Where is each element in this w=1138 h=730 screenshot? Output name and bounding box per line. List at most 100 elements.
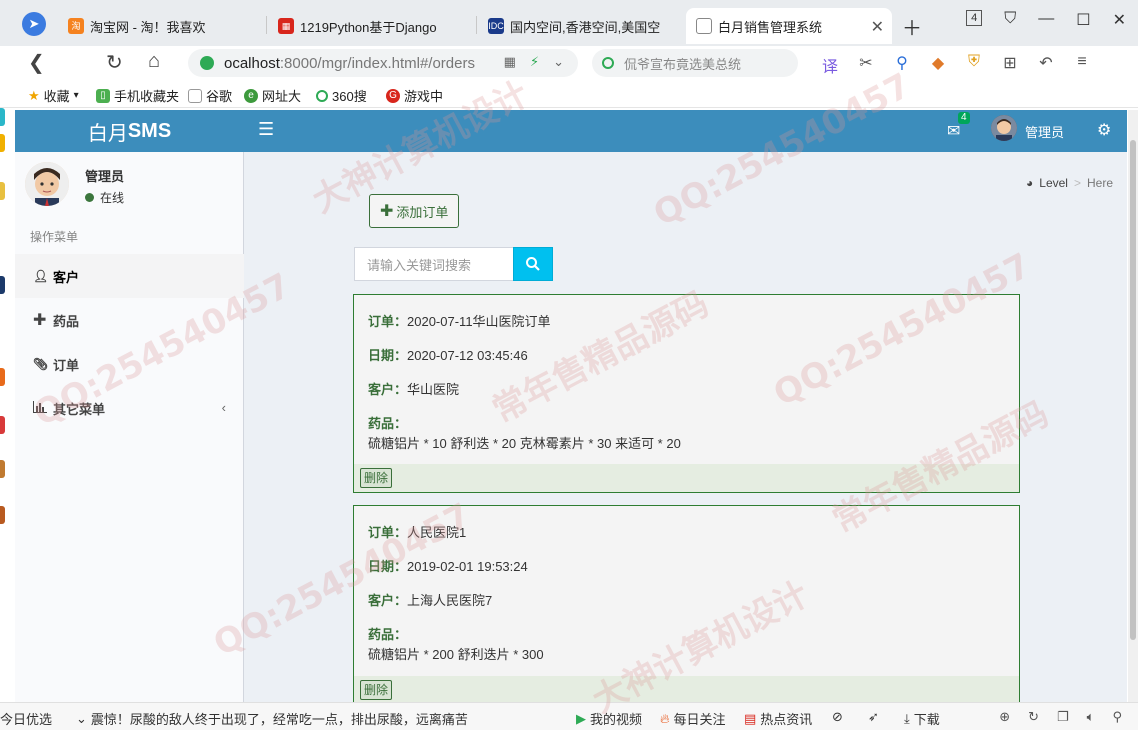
sidebar-item-label: 订单 (53, 357, 80, 373)
url-field[interactable]: ocalhost:8000/mgr/index.html#/orders ▦ ⚡… (188, 49, 578, 77)
date-label: 日期： (368, 559, 408, 574)
breadcrumb: ◕ Level > Here (1026, 176, 1113, 190)
bookmark-mobile[interactable]: ▯ 手机收藏夹 (96, 86, 179, 105)
sidebar-item-other-menu[interactable]: 其它菜单 ‹ (15, 386, 244, 430)
sidebar-item-medicines[interactable]: ✚ 药品 (15, 298, 244, 342)
bookmark-360[interactable]: 360搜 (316, 86, 367, 105)
maximize-icon[interactable]: ☐ (1076, 10, 1090, 30)
window-icon[interactable]: ❐ (1057, 709, 1069, 725)
url-path: :8000/mgr/index.html#/orders (279, 54, 475, 72)
scrollbar-thumb[interactable] (1130, 140, 1136, 640)
paperclip-icon: 📎︎ (33, 357, 49, 371)
status-hot-news[interactable]: ▤ 热点资讯 (744, 709, 812, 728)
sidebar-item-orders[interactable]: 📎︎ 订单 (15, 342, 244, 386)
bookmark-sites[interactable]: e 网址大 (244, 86, 301, 105)
browser-tab-2[interactable]: ▦ 1219Python基于Django (268, 8, 474, 44)
address-bar-row: ❮ ↻ ⌂ ocalhost:8000/mgr/index.html#/orde… (0, 46, 1138, 80)
status-daily-focus[interactable]: 🔥︎ 每日关注 (660, 709, 726, 728)
shield-ext-icon[interactable]: ⛨ (964, 53, 984, 77)
status-today-picks[interactable]: 今日优选 (0, 709, 52, 728)
status-download[interactable]: ⤓ 下载 (904, 709, 940, 728)
sidebar-toggle-icon[interactable]: ☰ (258, 119, 274, 140)
brand-bold-text: SMS (127, 119, 172, 142)
search-button[interactable] (513, 247, 553, 281)
translate-icon[interactable]: 译 (820, 53, 840, 77)
news-icon: ▤ (744, 710, 757, 726)
browser-tabbar: ➤ 淘 淘宝网 - 淘！我喜欢 ▦ 1219Python基于Django IDC… (0, 0, 1138, 46)
app-header: 白月 SMS ☰ ✉ 4 管理员 ⚙ (15, 110, 1127, 152)
zoom-icon[interactable]: ⚲ (1112, 709, 1122, 725)
medicine-label: 药品： (368, 416, 408, 431)
browser-tab-3[interactable]: IDC 国内空间,香港空间,美国空 (478, 8, 682, 44)
game-center-icon: G (386, 88, 400, 103)
order-customer: 华山医院 (407, 382, 460, 397)
header-avatar[interactable] (991, 115, 1017, 141)
order-name: 2020-07-11华山医院订单 (407, 314, 551, 329)
speed-icon[interactable]: ⊘ (832, 709, 843, 725)
close-tab-icon[interactable]: ✕ (871, 17, 884, 37)
magnifier-icon[interactable]: ⚲ (892, 53, 912, 77)
user-icon: 👤︎ (33, 269, 49, 283)
home-icon[interactable]: ⌂ (148, 50, 160, 73)
order-name: 人民医院1 (407, 525, 467, 540)
apps-grid-icon[interactable]: ⊞ (1000, 53, 1020, 77)
sidebar-item-customers[interactable]: 👤︎ 客户 (15, 254, 244, 298)
lightning-icon[interactable]: ⚡ (530, 54, 539, 70)
extension-icons: 译 ✂ ⚲ ◆ ⛨ ⊞ ↶ ≡ (820, 53, 1092, 77)
browser-logo-icon[interactable]: ➤ (22, 12, 46, 36)
order-label: 订单： (368, 314, 408, 329)
delete-order-button[interactable]: 删除 (360, 680, 393, 700)
back-icon[interactable]: ❮ (28, 50, 45, 75)
delete-order-button[interactable]: 删除 (360, 468, 393, 488)
browser-search-field[interactable]: 侃爷宣布竟选美总统 (592, 49, 798, 77)
reload-icon[interactable]: ↻ (106, 50, 123, 75)
bookmark-google[interactable]: 谷歌 (188, 86, 232, 105)
medicine-label: 药品： (368, 627, 408, 642)
chevron-down-icon[interactable]: ⌄ (553, 54, 564, 70)
new-tab-button[interactable]: ＋ (902, 12, 922, 41)
globe-icon: e (244, 88, 258, 103)
search-input[interactable]: 请输入关键词搜索 (354, 247, 514, 281)
secure-shield-icon (200, 56, 214, 70)
menu-header: 操作菜单 (30, 230, 79, 244)
sidebar-item-label: 客户 (53, 269, 80, 285)
shirt-icon[interactable]: ⛉ (1004, 10, 1016, 30)
close-window-icon[interactable]: ✕ (1113, 10, 1126, 30)
game-icon[interactable]: ◆ (928, 53, 948, 77)
qrcode-icon[interactable]: ▦ (504, 54, 516, 70)
menu-icon[interactable]: ≡ (1072, 53, 1092, 77)
breadcrumb-level[interactable]: Level (1039, 176, 1068, 190)
browser-tab-1[interactable]: 淘 淘宝网 - 淘！我喜欢 (58, 8, 264, 44)
order-customer: 上海人民医院7 (407, 593, 493, 608)
bookmark-games[interactable]: G 游戏中 (386, 86, 443, 105)
add-order-button[interactable]: ✚ 添加订单 (369, 194, 460, 228)
tab-count-icon[interactable]: 4 (966, 10, 983, 26)
search-icon (526, 257, 540, 271)
bookmark-label: 网址大 (262, 89, 302, 104)
bookmark-label: 手机收藏夹 (114, 89, 180, 104)
ie-icon[interactable]: ⊕ (999, 709, 1010, 725)
minimize-icon[interactable]: — (1038, 10, 1054, 30)
search-placeholder: 请输入关键词搜索 (367, 257, 472, 273)
mail-icon[interactable]: ✉ (947, 121, 960, 141)
undo-icon[interactable]: ↶ (1036, 53, 1056, 77)
status-my-video[interactable]: ▶ 我的视频 (576, 709, 642, 728)
app-logo[interactable]: 白月 SMS (15, 110, 244, 152)
chevron-left-icon: ‹ (221, 400, 226, 415)
user-avatar (25, 162, 69, 206)
rocket-icon[interactable]: ➶ (868, 709, 879, 725)
order-medicines: 硫糖铝片 * 200 舒利迭片 * 300 (368, 647, 544, 662)
volume-icon[interactable]: 🔈︎ (1087, 709, 1095, 725)
bookmark-favorites[interactable]: ★ 收藏 ▾ (28, 86, 79, 105)
scissors-icon[interactable]: ✂ (856, 53, 876, 77)
order-customer-row: 客户：华山医院 (368, 379, 459, 398)
status-news[interactable]: ⌄ 震惊！尿酸的敌人终于出现了，经常吃一点，排出尿酸，远离痛苦 (76, 709, 468, 728)
order-medicine-label-row: 药品： (368, 624, 407, 643)
refresh-icon[interactable]: ↻ (1028, 709, 1039, 725)
user-status: 在线 (85, 189, 124, 206)
page-scrollbar[interactable] (1128, 110, 1138, 702)
settings-gears-icon[interactable]: ⚙ (1097, 120, 1111, 140)
browser-tab-4-active[interactable]: 白月销售管理系统 ✕ (686, 8, 892, 44)
search-placeholder: 侃爷宣布竟选美总统 (624, 56, 742, 72)
header-username[interactable]: 管理员 (1025, 122, 1064, 141)
